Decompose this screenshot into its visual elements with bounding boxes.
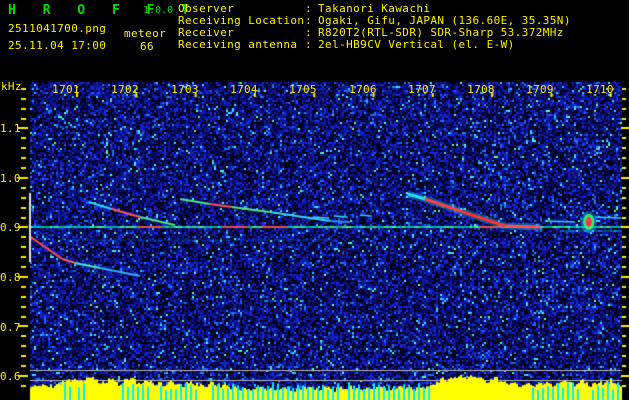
y-axis-label: 1.0 bbox=[0, 172, 21, 185]
hrofft-window: H R O F F T 1.0.0 2511041700.png meteor … bbox=[0, 0, 629, 400]
y-axis-label: 1.1 bbox=[0, 122, 21, 135]
x-axis-label: 1703 bbox=[171, 83, 199, 96]
y-axis-label: 0.7 bbox=[0, 321, 21, 334]
y-axis-unit: kHz bbox=[1, 80, 22, 93]
y-axis-label: 0.6 bbox=[0, 370, 21, 383]
station-info: Observer: Takanori Kawachi Receiving Loca… bbox=[178, 3, 571, 51]
app-version: 1.0.0 bbox=[143, 5, 174, 16]
observation-datetime: 25.11.04 17:00 bbox=[8, 39, 107, 52]
x-axis-label: 1706 bbox=[349, 83, 377, 96]
info-value: 2el-HB9CV Vertical (el. E-W) bbox=[318, 38, 515, 51]
meteor-count: 66 bbox=[140, 40, 155, 53]
y-axis-label: 0.9 bbox=[0, 221, 21, 234]
info-label: Receiving antenna bbox=[178, 38, 298, 51]
x-axis-label: 1707 bbox=[408, 83, 436, 96]
y-axis-label: 0.8 bbox=[0, 271, 21, 284]
x-axis-label: 1710 bbox=[586, 83, 614, 96]
x-axis-label: 1702 bbox=[111, 83, 139, 96]
output-filename: 2511041700.png bbox=[8, 22, 107, 35]
info-separator: : bbox=[305, 38, 313, 51]
x-axis-label: 1705 bbox=[289, 83, 317, 96]
x-axis-label: 1701 bbox=[52, 83, 80, 96]
mode-label: meteor bbox=[124, 27, 167, 40]
text-overlay: H R O F F T 1.0.0 2511041700.png meteor … bbox=[0, 0, 629, 400]
info-row-antenna: Receiving antenna:2el-HB9CV Vertical (el… bbox=[178, 39, 571, 51]
x-axis-label: 1708 bbox=[467, 83, 495, 96]
x-axis-label: 1704 bbox=[230, 83, 258, 96]
x-axis-label: 1709 bbox=[526, 83, 554, 96]
